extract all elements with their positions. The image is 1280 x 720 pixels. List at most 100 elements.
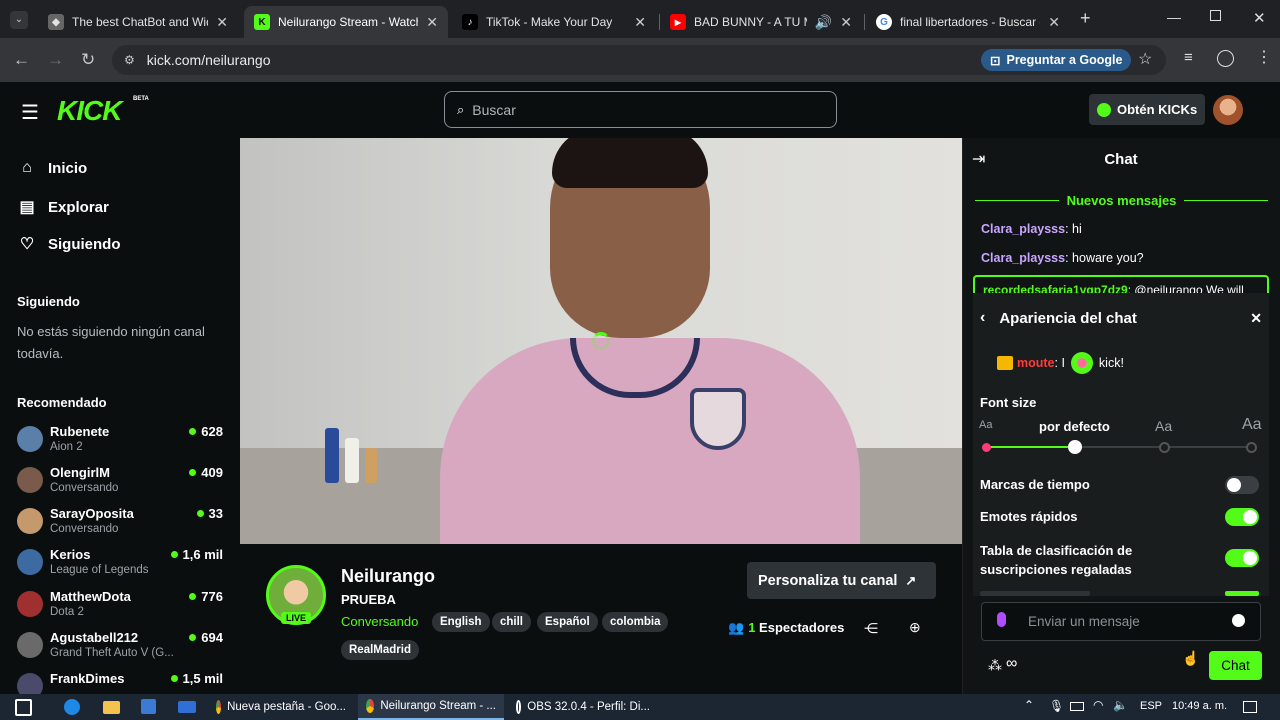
taskbar-item[interactable]: OBS 32.0.4 - Perfil: Di...: [508, 694, 658, 720]
slider-handle[interactable]: [1068, 440, 1082, 454]
browser-tab[interactable]: ◆ The best ChatBot and Widge ✕: [38, 6, 238, 38]
minimize-window-icon[interactable]: —: [1167, 9, 1181, 25]
profile-icon[interactable]: [1217, 50, 1234, 67]
kicks-coin-icon: [1097, 102, 1111, 117]
notifications-icon[interactable]: [1243, 701, 1257, 713]
viewer-count: 👥 1 Espectadores: [728, 620, 844, 636]
slider-stop[interactable]: [1246, 442, 1257, 453]
ask-google-button[interactable]: ⊡ Preguntar a Google: [981, 49, 1132, 71]
taskbar-clock[interactable]: 10:49 a. m.: [1172, 700, 1227, 712]
reading-list-icon[interactable]: ≡: [1184, 49, 1193, 66]
reload-icon[interactable]: ↻: [81, 50, 95, 70]
viewer-count-value: 1,5 mil: [182, 671, 223, 686]
user-avatar[interactable]: [1213, 95, 1243, 125]
new-tab-icon[interactable]: +: [1080, 8, 1091, 29]
viewer-count: 776: [189, 589, 223, 604]
sidebar-item-siguiendo[interactable]: ♡ Siguiendo: [18, 234, 121, 254]
store-icon[interactable]: [141, 699, 156, 714]
recommended-channel[interactable]: Rubenete Aion 2 628: [17, 424, 227, 462]
search-input[interactable]: ⌕ Buscar: [444, 91, 837, 128]
slider-stop[interactable]: [1159, 442, 1170, 453]
get-kicks-button[interactable]: Obtén KICKs: [1089, 94, 1205, 125]
recommended-channel[interactable]: SarayOposita Conversando 33: [17, 506, 227, 544]
bookmark-star-icon[interactable]: ☆: [1138, 49, 1152, 69]
recommended-channel[interactable]: Kerios League of Legends 1,6 mil: [17, 547, 227, 585]
stream-tag[interactable]: Español: [537, 612, 598, 632]
viewer-count-value: 776: [201, 589, 223, 604]
input-language[interactable]: ESP: [1140, 700, 1162, 712]
stream-tag[interactable]: colombia: [602, 612, 669, 632]
chat-username[interactable]: Clara_playsss: [981, 222, 1065, 236]
wifi-icon[interactable]: ◠: [1093, 698, 1103, 712]
emote-icon: [1070, 352, 1093, 374]
chat-settings-icon[interactable]: ⁂: [988, 657, 1002, 674]
recommended-section-title: Recomendado: [17, 395, 107, 410]
mail-icon[interactable]: [178, 701, 196, 713]
close-tab-icon[interactable]: ✕: [634, 14, 646, 31]
kick-logo[interactable]: KICK: [57, 95, 122, 127]
back-chevron-icon[interactable]: ‹: [980, 309, 985, 327]
share-icon[interactable]: ⋲: [864, 620, 878, 637]
close-window-icon[interactable]: ✕: [1253, 9, 1266, 27]
site-info-icon[interactable]: ⚙: [124, 53, 135, 67]
recommended-channel[interactable]: OlengirlM Conversando 409: [17, 465, 227, 503]
send-chat-button[interactable]: Chat: [1209, 651, 1262, 680]
timestamps-toggle[interactable]: [1225, 476, 1259, 494]
quick-emotes-toggle[interactable]: [1225, 508, 1259, 526]
browser-tab[interactable]: G final libertadores - Buscar co ✕: [866, 6, 1070, 38]
infinity-icon[interactable]: ∞: [1006, 655, 1017, 673]
channel-name[interactable]: Neilurango: [341, 566, 435, 587]
close-tab-icon[interactable]: ✕: [1048, 14, 1060, 31]
close-icon[interactable]: ✕: [1250, 310, 1262, 327]
slider-stop[interactable]: [982, 443, 991, 452]
close-tab-icon[interactable]: ✕: [840, 14, 852, 31]
sidebar-item-inicio[interactable]: ⌂ Inicio: [18, 159, 87, 177]
volume-icon[interactable]: 🔈: [1113, 698, 1128, 712]
taskbar-item-active[interactable]: Neilurango Stream - ...: [358, 694, 504, 720]
browser-tab[interactable]: ♪ TikTok - Make Your Day ✕: [452, 6, 656, 38]
crown-badge-icon: [997, 356, 1013, 370]
tab-title: final libertadores - Buscar co: [900, 15, 1041, 29]
appearance-panel-header: ‹ Apariencia del chat ✕: [980, 307, 1262, 329]
audio-playing-icon[interactable]: 🔊: [815, 14, 832, 31]
stream-category[interactable]: Conversando: [341, 614, 418, 629]
browse-icon: ▤: [19, 199, 35, 216]
recommended-channel[interactable]: FrankDimes 1,5 mil: [17, 671, 227, 694]
recommended-channel[interactable]: MatthewDota Dota 2 776: [17, 589, 227, 627]
gifted-subs-leaderboard-toggle[interactable]: [1225, 549, 1259, 567]
chat-message-input[interactable]: Enviar un mensaje: [981, 602, 1261, 641]
stream-tag[interactable]: RealMadrid: [341, 640, 419, 660]
tab-search-icon[interactable]: ⌄: [10, 11, 28, 29]
video-player[interactable]: [240, 138, 962, 544]
recommended-channel[interactable]: Agustabell212 Grand Theft Auto V (G... 6…: [17, 630, 227, 668]
battery-icon[interactable]: [1070, 702, 1084, 711]
edge-icon[interactable]: [64, 699, 80, 715]
customize-channel-button[interactable]: Personaliza tu canal ↗: [747, 562, 936, 599]
video-bottles: [315, 418, 385, 488]
browser-tab[interactable]: ▶ BAD BUNNY - A TU MER 🔊 ✕: [660, 6, 862, 38]
new-messages-divider[interactable]: Nuevos mensajes: [975, 191, 1268, 209]
microphone-tray-icon[interactable]: 🎙: [1049, 699, 1064, 713]
close-tab-icon[interactable]: ✕: [216, 14, 228, 31]
restore-window-icon[interactable]: [1210, 10, 1221, 21]
browser-tab-active[interactable]: K Neilurango Stream - Watch ✕: [244, 6, 448, 38]
microphone-icon[interactable]: [997, 612, 1006, 627]
close-tab-icon[interactable]: ✕: [426, 14, 438, 31]
stream-tag[interactable]: chill: [492, 612, 532, 632]
file-explorer-icon[interactable]: [103, 701, 120, 714]
sidebar-item-explorar[interactable]: ▤ Explorar: [18, 197, 108, 217]
browser-menu-icon[interactable]: ⋮: [1256, 47, 1272, 67]
chat-username[interactable]: Clara_playsss: [981, 251, 1065, 265]
taskbar-item[interactable]: Nueva pestaña - Goo...: [208, 694, 354, 720]
back-arrow-icon[interactable]: ←: [13, 50, 30, 70]
emoji-picker-icon[interactable]: [1232, 614, 1245, 627]
forward-arrow-icon[interactable]: →: [47, 50, 64, 70]
taskbar-item-label: OBS 32.0.4 - Perfil: Di...: [527, 701, 650, 713]
system-tray-chevron-icon[interactable]: ⌃: [1024, 698, 1034, 712]
home-icon: ⌂: [22, 159, 32, 176]
follow-user-icon[interactable]: ⊕: [909, 619, 921, 636]
channel-avatar: [17, 591, 43, 617]
windows-start-icon[interactable]: [15, 699, 32, 716]
hamburger-menu-icon[interactable]: ☰: [21, 100, 39, 125]
stream-tag[interactable]: English: [432, 612, 490, 632]
